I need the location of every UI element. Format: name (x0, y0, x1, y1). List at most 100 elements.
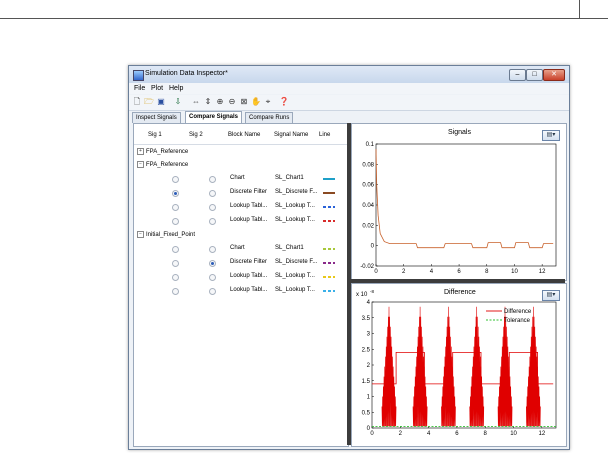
line-swatch[interactable] (323, 192, 335, 194)
x-tick-label: 10 (511, 269, 518, 275)
block-name: Discrete Filter (230, 259, 268, 265)
y-tick-label: 1 (367, 395, 371, 401)
expand-icon[interactable]: + (137, 148, 144, 155)
sig2-radio[interactable] (209, 204, 216, 211)
minimize-button[interactable]: – (509, 69, 526, 81)
menu-bar: File Plot Help (129, 83, 569, 94)
page-corner-tick (579, 0, 580, 18)
sig1-radio[interactable] (172, 246, 179, 253)
title-bar[interactable]: Simulation Data Inspector* – □ ✕ (129, 66, 569, 83)
signals-plot: Signals ▤▾ 0 2 4 6 8 10 12 0.1 0.08 0.06 0.04 0.02 0… (351, 123, 567, 281)
signal-table: Sig 1 Sig 2 Block Name Signal Name Line … (133, 123, 349, 447)
line-swatch[interactable] (323, 290, 335, 292)
signal-name: SL_Lookup T... (275, 273, 315, 279)
signal-name: SL_Lookup T... (275, 287, 315, 293)
col-block-name[interactable]: Block Name (228, 132, 260, 138)
sig1-radio[interactable] (172, 218, 179, 225)
y-tick-label: 0.1 (366, 142, 375, 148)
zoom-out-icon[interactable]: ⊖ (227, 97, 237, 107)
sig1-radio[interactable] (172, 204, 179, 211)
line-swatch[interactable] (323, 276, 335, 278)
block-name: Lookup Tabl... (230, 203, 268, 209)
sig2-radio[interactable] (209, 274, 216, 281)
group-row[interactable]: − FPA_Reference (137, 161, 188, 168)
block-name: Chart (230, 175, 245, 181)
signal-name: SL_Discrete F... (275, 259, 318, 265)
y-tick-label: 0.5 (362, 410, 371, 416)
collapse-icon[interactable]: − (137, 161, 144, 168)
sig2-radio[interactable] (209, 190, 216, 197)
line-swatch[interactable] (323, 248, 335, 250)
menu-file[interactable]: File (134, 85, 145, 92)
menu-help[interactable]: Help (169, 85, 183, 92)
tab-compare-signals[interactable]: Compare Signals (185, 111, 243, 123)
group-row[interactable]: − Initial_Fixed_Point (137, 231, 195, 238)
col-sig1[interactable]: Sig 1 (148, 132, 162, 138)
col-line[interactable]: Line (319, 132, 330, 138)
plot-area (375, 143, 557, 267)
signal-name: SL_Chart1 (275, 245, 304, 251)
new-icon[interactable]: 🗋 (132, 97, 142, 107)
x-tick-label: 0 (374, 269, 378, 275)
x-tick-label: 0 (370, 431, 374, 437)
toolbar: 🗋 🗁 ▣ ⇩ ⇔ ⇕ ⊕ ⊖ ⊠ ✋ ⌖ ❓ (129, 95, 569, 111)
legend-entry: Tolerance (504, 318, 531, 324)
difference-plot: Difference ▤▾ 0 2 4 6 8 10 12 4 3.5 3 2.5 2 1.5 1 0.5 0… (351, 283, 567, 447)
close-button[interactable]: ✕ (543, 69, 565, 81)
block-name: Lookup Tabl... (230, 273, 268, 279)
fit-to-view-icon[interactable]: ⊠ (239, 97, 249, 107)
sig2-radio[interactable] (209, 218, 216, 225)
x-tick-label: 4 (427, 431, 431, 437)
zoom-in-icon[interactable]: ⊕ (215, 97, 225, 107)
header-divider (134, 144, 348, 145)
block-name: Chart (230, 245, 245, 251)
signal-name: SL_Lookup T... (275, 217, 315, 223)
open-folder-icon[interactable]: 🗁 (144, 97, 154, 107)
maximize-button[interactable]: □ (526, 69, 543, 81)
signal-name: SL_Chart1 (275, 175, 304, 181)
y-tick-label: 1.5 (362, 379, 371, 385)
sig2-radio[interactable] (209, 246, 216, 253)
line-swatch[interactable] (323, 262, 335, 264)
y-tick-label: 3 (367, 332, 371, 338)
signal-name: SL_Discrete F... (275, 189, 318, 195)
save-icon[interactable]: ▣ (156, 97, 166, 107)
line-swatch[interactable] (323, 178, 335, 180)
tab-inspect-signals[interactable]: Inspect Signals (132, 112, 181, 123)
sig2-radio[interactable] (209, 288, 216, 295)
menu-plot[interactable]: Plot (151, 85, 163, 92)
sig2-radio[interactable] (209, 260, 216, 267)
line-swatch[interactable] (323, 206, 335, 208)
col-sig2[interactable]: Sig 2 (189, 132, 203, 138)
col-signal-name[interactable]: Signal Name (274, 132, 308, 138)
collapse-icon[interactable]: − (137, 231, 144, 238)
pan-hand-icon[interactable]: ✋ (251, 97, 261, 107)
y-tick-label: 2.5 (362, 347, 371, 353)
line-swatch[interactable] (323, 220, 335, 222)
tab-compare-runs[interactable]: Compare Runs (245, 112, 294, 123)
group-row[interactable]: + FPA_Reference (137, 148, 188, 155)
y-tick-label: 3.5 (362, 316, 371, 322)
sig2-radio[interactable] (209, 176, 216, 183)
sig1-radio[interactable] (172, 190, 179, 197)
help-icon[interactable]: ❓ (279, 97, 289, 107)
signals-chart[interactable]: 0 2 4 6 8 10 120.10.080.060.040.020-0.02 (352, 124, 566, 280)
zoom-x-icon[interactable]: ⇔ (191, 97, 201, 107)
y-tick-label: 2 (367, 363, 371, 369)
sig1-radio[interactable] (172, 176, 179, 183)
x-tick-label: 8 (485, 269, 489, 275)
sig1-radio[interactable] (172, 288, 179, 295)
group-label: FPA_Reference (146, 149, 189, 156)
block-name: Lookup Tabl... (230, 287, 268, 293)
data-cursor-icon[interactable]: ⌖ (263, 97, 273, 107)
x-tick-label: 6 (457, 269, 461, 275)
y-tick-label: 0 (371, 244, 375, 250)
sig1-radio[interactable] (172, 260, 179, 267)
zoom-y-icon[interactable]: ⇕ (203, 97, 213, 107)
sig1-radio[interactable] (172, 274, 179, 281)
window-title: Simulation Data Inspector* (145, 70, 228, 77)
import-icon[interactable]: ⇩ (173, 97, 183, 107)
x-tick-label: 2 (399, 431, 403, 437)
difference-chart[interactable]: 0 2 4 6 8 10 1243.532.521.510.50x 10-8Differen… (352, 284, 566, 446)
y-multiplier: x 10 (356, 292, 368, 298)
